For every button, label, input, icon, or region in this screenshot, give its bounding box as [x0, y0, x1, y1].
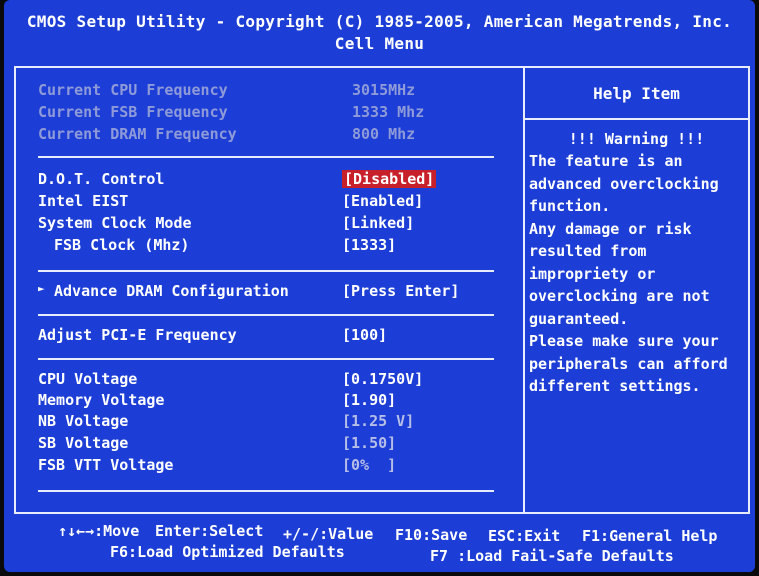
cpu-voltage-label: CPU Voltage: [38, 370, 138, 388]
advance-dram-configuration-label[interactable]: Advance DRAM Configuration: [54, 282, 289, 300]
sb-voltage-value[interactable]: [1.50]: [342, 434, 396, 452]
nb-voltage-label: NB Voltage: [38, 412, 129, 430]
footer-save-key: F10:Save: [395, 526, 468, 544]
sb-voltage-label: SB Voltage: [38, 434, 129, 452]
system-clock-mode-label: System Clock Mode: [38, 214, 192, 232]
footer-load-optimized-key: F6:Load Optimized Defaults: [110, 543, 345, 561]
memory-voltage-label: Memory Voltage: [38, 391, 165, 409]
help-line: function.: [529, 197, 611, 215]
help-line: Please make sure your: [529, 332, 719, 350]
footer-move-key: ↑↓←→:Move: [58, 522, 140, 540]
separator: [38, 358, 494, 360]
fsb-clock-value[interactable]: [1333]: [342, 236, 396, 254]
dot-control-value[interactable]: [Disabled]: [342, 170, 437, 188]
cpu-voltage-value[interactable]: [0.1750V]: [342, 370, 423, 388]
menu-title: Cell Menu: [334, 34, 425, 53]
help-line: The feature is an: [529, 152, 683, 170]
memory-voltage-value[interactable]: [1.90]: [342, 391, 396, 409]
current-dram-frequency-value: 800 Mhz: [352, 125, 416, 143]
help-line: advanced overclocking: [529, 174, 719, 193]
help-line: peripherals can afford: [529, 354, 728, 373]
current-fsb-frequency-label: Current FSB Frequency: [38, 103, 228, 121]
fsb-vtt-voltage-label: FSB VTT Voltage: [38, 456, 174, 474]
nb-voltage-value[interactable]: [1.25 V]: [342, 412, 414, 430]
help-line: impropriety or: [529, 264, 656, 283]
current-fsb-frequency-value: 1333 Mhz: [352, 103, 425, 121]
intel-eist-value[interactable]: [Enabled]: [342, 192, 423, 210]
help-warning: !!! Warning !!!: [568, 130, 705, 148]
system-clock-mode-value[interactable]: [Linked]: [342, 214, 414, 232]
help-line: different settings.: [529, 377, 701, 395]
adjust-pcie-frequency-label: Adjust PCI-E Frequency: [38, 326, 237, 344]
help-line: guaranteed.: [529, 309, 629, 328]
advance-dram-configuration-value[interactable]: [Press Enter]: [342, 282, 459, 300]
help-line: overclocking are not: [529, 287, 710, 305]
footer-value-key: +/-/:Value: [283, 525, 374, 543]
main-frame: Current CPU Frequency 3015MHz Current FS…: [14, 66, 750, 514]
current-cpu-frequency-label: Current CPU Frequency: [38, 81, 228, 99]
bios-screen: CMOS Setup Utility - Copyright (C) 1985-…: [4, 0, 755, 572]
help-text: The feature is an advanced overclocking …: [529, 150, 747, 398]
dot-control-selected[interactable]: [Disabled]: [342, 170, 437, 188]
bios-title: CMOS Setup Utility - Copyright (C) 1985-…: [26, 12, 733, 31]
footer-select-key: Enter:Select: [155, 522, 264, 540]
help-line: Any damage or risk: [529, 219, 692, 238]
separator: [38, 270, 494, 272]
footer-help-key: F1:General Help: [582, 527, 718, 545]
current-dram-frequency-label: Current DRAM Frequency: [38, 125, 237, 143]
separator: [38, 156, 494, 158]
help-header-divider: [525, 118, 748, 120]
help-line: resulted from: [529, 242, 647, 260]
submenu-arrow-icon: ►: [38, 282, 45, 295]
intel-eist-label: Intel EIST: [38, 192, 129, 210]
separator: [38, 490, 494, 492]
fsb-vtt-voltage-value[interactable]: [0% ]: [342, 456, 396, 474]
fsb-clock-label: FSB Clock (Mhz): [54, 236, 190, 254]
footer-load-failsafe-key: F7 :Load Fail-Safe Defaults: [430, 547, 674, 565]
help-panel-title: Help Item: [593, 84, 680, 103]
dot-control-label: D.O.T. Control: [38, 170, 165, 188]
current-cpu-frequency-value: 3015MHz: [352, 81, 416, 99]
separator: [38, 314, 494, 316]
footer-exit-key: ESC:Exit: [488, 527, 561, 545]
adjust-pcie-frequency-value[interactable]: [100]: [342, 326, 387, 344]
